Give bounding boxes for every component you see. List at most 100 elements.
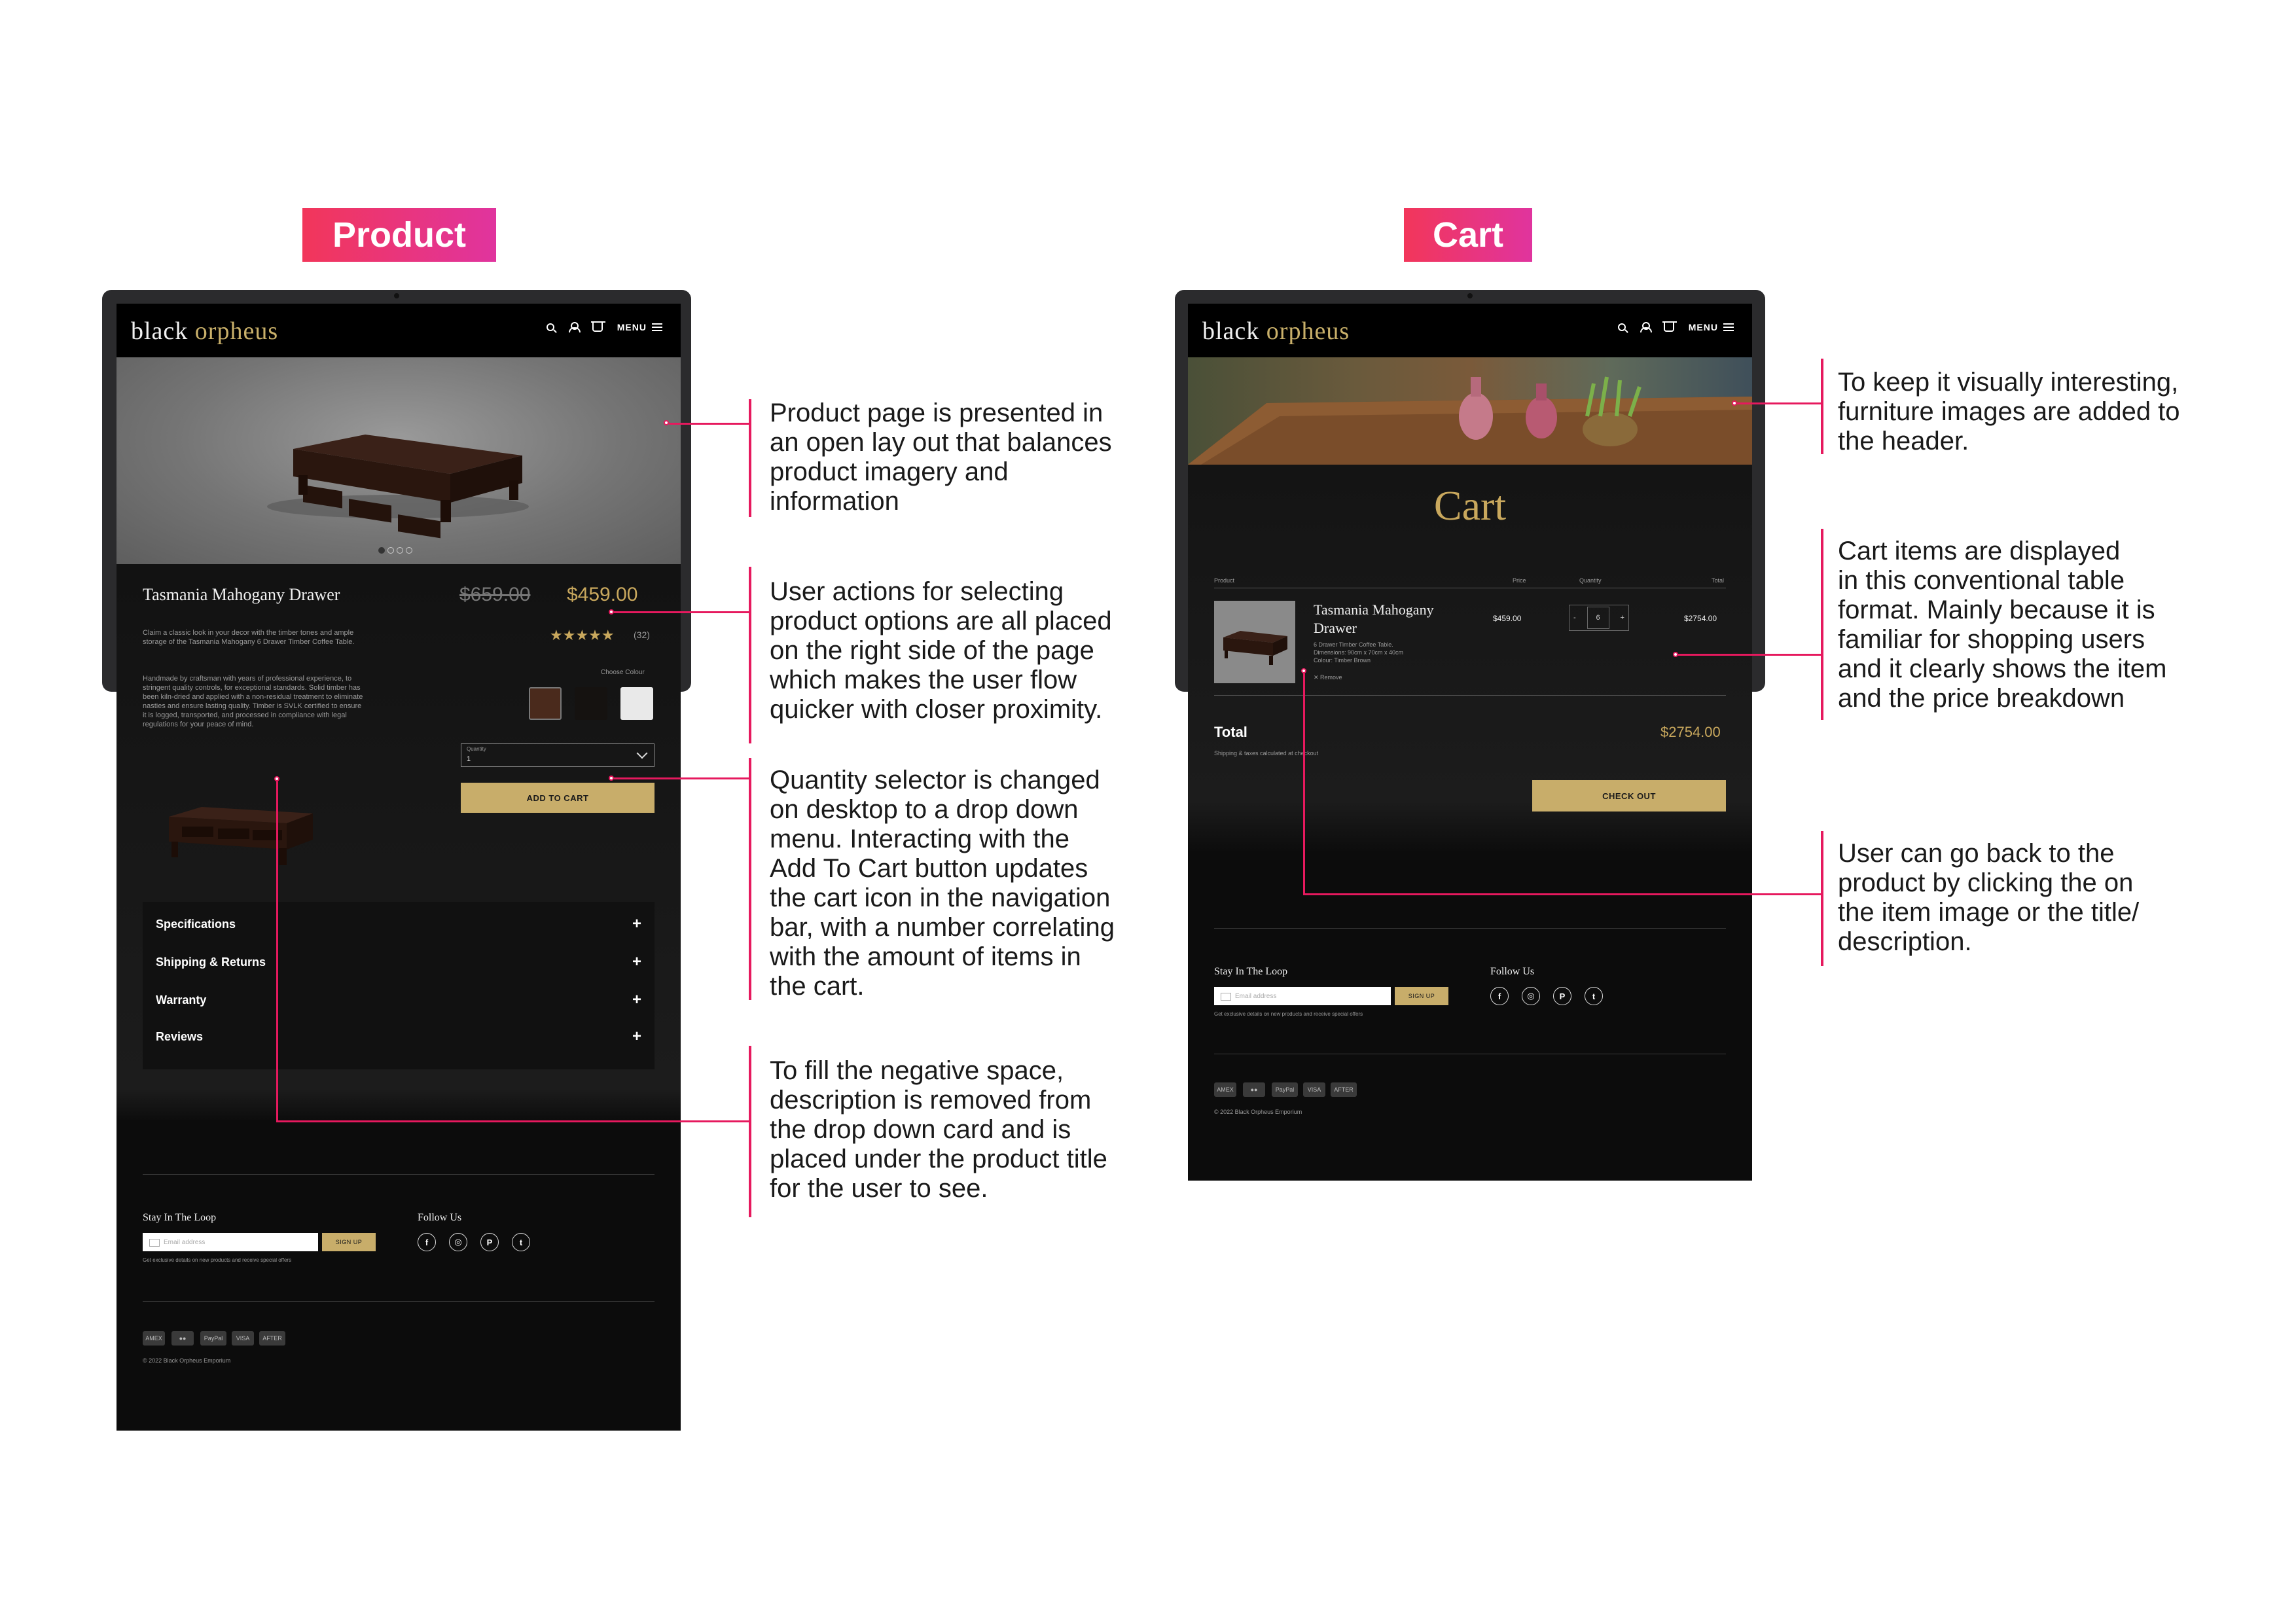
product-title: Tasmania Mahogany Drawer [143, 585, 340, 604]
search-icon[interactable] [546, 323, 554, 331]
cart-icon[interactable] [1662, 321, 1677, 332]
signup-button[interactable]: SIGN UP [322, 1233, 376, 1251]
accordion-card: Specifications + Shipping & Returns + Warr… [143, 902, 655, 1069]
annotation-go-back: User can go back to the product by clicki… [1838, 839, 2140, 956]
copyright: © 2022 Black Orpheus Emporium [143, 1357, 231, 1364]
col-quantity: Quantity [1579, 577, 1602, 584]
footer-divider [1214, 928, 1726, 929]
hamburger-icon [1723, 323, 1734, 331]
rating-stars[interactable]: ★★★★★ [550, 627, 615, 644]
annotation-marker [1301, 668, 1306, 673]
product-thumbnail[interactable] [143, 777, 339, 876]
cart-page-screen: black orpheus MENU Cart Product Price Qu… [1188, 304, 1752, 1181]
amex-icon: AMEX [1214, 1082, 1236, 1097]
total-value: $2754.00 [1660, 724, 1721, 740]
annotation-connector [1303, 893, 1821, 895]
quantity-dropdown[interactable]: Quantity 1 [461, 743, 655, 767]
colour-swatch-brown[interactable] [529, 687, 562, 720]
old-price: $659.00 [459, 584, 531, 605]
plus-icon: + [632, 953, 641, 971]
quantity-value: 1 [467, 755, 471, 763]
facebook-icon[interactable]: f [418, 1233, 436, 1251]
afterpay-icon: AFTER [259, 1331, 285, 1346]
annotation-quantity-selector: Quantity selector is changed on desktop t… [770, 766, 1115, 1001]
plus-icon: + [632, 1027, 641, 1045]
pinterest-icon[interactable]: P [480, 1233, 499, 1251]
facebook-icon[interactable]: f [1490, 987, 1509, 1005]
copyright: © 2022 Black Orpheus Emporium [1214, 1109, 1302, 1115]
cart-item-desc-1: 6 Drawer Timber Coffee Table. [1314, 641, 1393, 648]
colour-swatch-white[interactable] [620, 687, 653, 720]
annotation-connector [614, 611, 749, 613]
colour-swatch-black[interactable] [575, 687, 607, 720]
signup-button[interactable]: SIGN UP [1395, 987, 1448, 1005]
cart-item-image[interactable] [1214, 601, 1295, 683]
annotation-connector [276, 1120, 749, 1122]
product-hero-image[interactable] [117, 357, 681, 564]
cart-item-desc-3: Colour: Timber Brown [1314, 657, 1371, 664]
increment-button[interactable]: + [1621, 614, 1624, 622]
accordion-shipping[interactable]: Shipping & Returns + [156, 944, 641, 980]
annotation-marker [609, 609, 614, 615]
remove-item-link[interactable]: ✕ Remove [1314, 674, 1342, 681]
carousel-dots[interactable] [378, 547, 412, 554]
search-icon[interactable] [1617, 323, 1626, 331]
annotation-bracket [749, 1046, 751, 1217]
drawer-thumbnail-illustration [169, 807, 313, 865]
account-icon[interactable] [1640, 322, 1652, 332]
pinterest-icon[interactable]: P [1553, 987, 1571, 1005]
annotation-marker [1732, 401, 1737, 406]
decrement-button[interactable]: - [1573, 614, 1576, 622]
follow-heading: Follow Us [1490, 966, 1535, 977]
annotation-connector [669, 423, 749, 425]
brand-logo[interactable]: black orpheus [1202, 317, 1350, 346]
annotation-connector [1678, 654, 1821, 656]
cart-item-total: $2754.00 [1684, 614, 1717, 623]
checkout-button[interactable]: CHECK OUT [1532, 780, 1726, 812]
quantity-stepper[interactable]: - 6 + [1569, 605, 1629, 631]
total-label: Total [1214, 724, 1247, 740]
visa-icon: VISA [1303, 1082, 1325, 1097]
accordion-specifications[interactable]: Specifications + [156, 906, 641, 942]
close-icon: ✕ [1314, 674, 1321, 681]
cart-item-price: $459.00 [1493, 614, 1522, 623]
choose-colour-label: Choose Colour [601, 669, 645, 676]
add-to-cart-button[interactable]: ADD TO CART [461, 783, 655, 813]
col-total: Total [1712, 577, 1725, 584]
cart-header-image [1188, 357, 1752, 465]
product-badge: Product [302, 208, 496, 262]
amex-icon: AMEX [143, 1331, 165, 1346]
menu-button[interactable]: MENU [617, 322, 662, 332]
newsletter-fine-print: Get exclusive details on new products an… [1214, 1011, 1363, 1017]
newsletter-email-input[interactable]: Email address [143, 1233, 318, 1251]
brand-logo[interactable]: black orpheus [131, 317, 278, 346]
navbar: black orpheus MENU [117, 304, 681, 357]
paypal-icon: PayPal [1272, 1082, 1298, 1097]
menu-button[interactable]: MENU [1689, 322, 1734, 332]
cart-icon[interactable] [590, 321, 605, 332]
hamburger-icon [652, 323, 662, 331]
newsletter-email-input[interactable]: Email address [1214, 987, 1391, 1005]
visa-icon: VISA [232, 1331, 254, 1346]
annotation-bracket [749, 399, 751, 517]
annotation-negative-space: To fill the negative space, description i… [770, 1056, 1107, 1203]
twitter-icon[interactable]: t [512, 1233, 530, 1251]
camera-dot [1467, 293, 1473, 298]
plus-icon: + [632, 991, 641, 1008]
rating-count[interactable]: (32) [634, 630, 650, 640]
accordion-reviews[interactable]: Reviews + [156, 1018, 641, 1055]
annotation-marker [1673, 652, 1678, 657]
quantity-value[interactable]: 6 [1587, 607, 1609, 629]
annotation-connector [276, 781, 278, 1122]
instagram-icon[interactable]: ◎ [449, 1233, 467, 1251]
cart-item-title[interactable]: Tasmania Mahogany Drawer [1314, 601, 1477, 637]
twitter-icon[interactable]: t [1585, 987, 1603, 1005]
instagram-icon[interactable]: ◎ [1522, 987, 1540, 1005]
quantity-label: Quantity [467, 746, 486, 752]
accordion-warranty[interactable]: Warranty + [156, 982, 641, 1018]
navbar: black orpheus MENU [1188, 304, 1752, 357]
cart-heading: Cart [1433, 482, 1507, 529]
annotation-bracket [1821, 359, 1823, 454]
annotation-bracket [1821, 831, 1823, 966]
account-icon[interactable] [568, 322, 581, 332]
